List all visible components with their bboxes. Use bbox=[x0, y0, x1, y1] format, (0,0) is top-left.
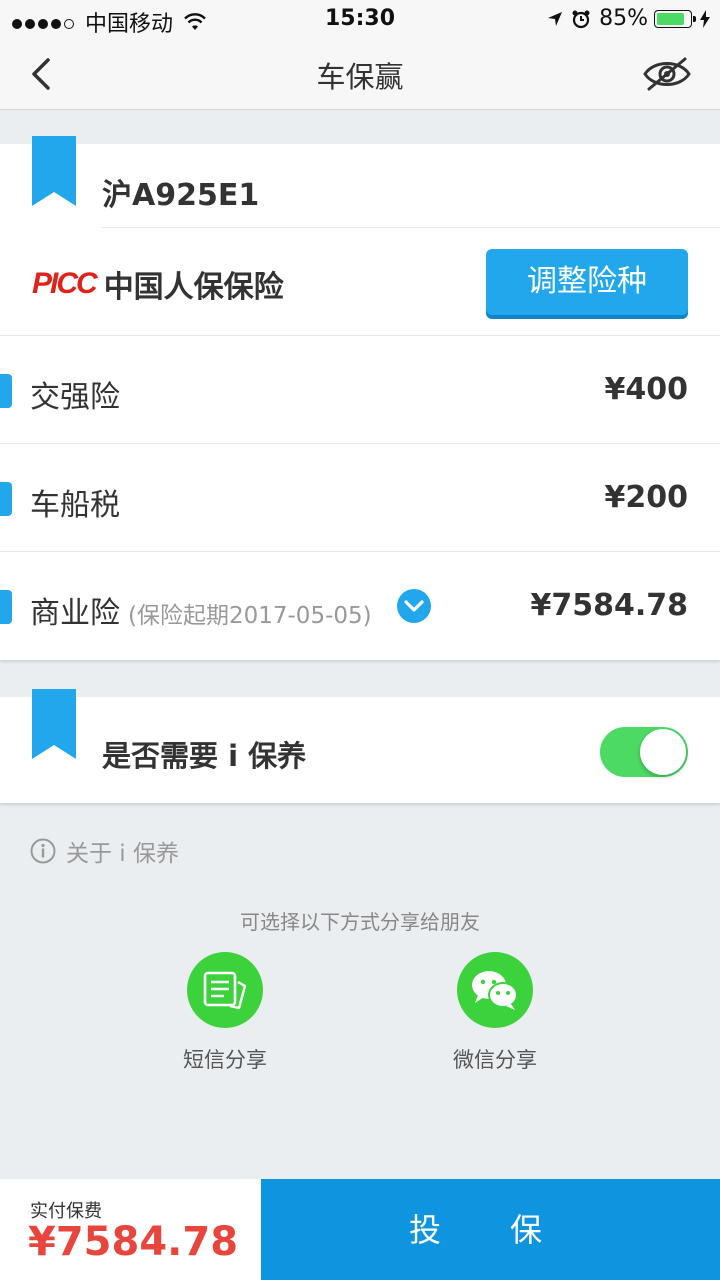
page-title: 车保赢 bbox=[316, 60, 404, 94]
maintenance-title: 是否需要 i 保养 bbox=[102, 739, 307, 773]
info-icon bbox=[30, 838, 56, 864]
about-link[interactable]: 关于 i 保养 bbox=[30, 834, 179, 868]
item-name: 车船税 bbox=[30, 488, 120, 523]
item-name: 商业险 bbox=[30, 596, 120, 631]
maintenance-toggle[interactable] bbox=[600, 727, 688, 777]
item-marker bbox=[0, 374, 12, 408]
location-arrow-icon bbox=[548, 11, 563, 26]
expand-chevron-icon[interactable] bbox=[396, 588, 432, 624]
insurer: PICC 中国人保保险 bbox=[32, 262, 284, 306]
battery-percent: 85% bbox=[599, 6, 648, 31]
battery-icon bbox=[654, 9, 696, 28]
status-bar: 中国移动 15:30 85% bbox=[0, 0, 720, 38]
item-name: 交强险 bbox=[30, 380, 120, 415]
item-price: ¥200 bbox=[604, 480, 689, 515]
item-marker bbox=[0, 590, 12, 624]
bookmark-icon bbox=[32, 689, 76, 759]
sms-share-circle bbox=[187, 952, 263, 1028]
wechat-share-button[interactable]: 微信分享 bbox=[425, 952, 565, 1074]
wechat-share-circle bbox=[457, 952, 533, 1028]
message-icon bbox=[203, 971, 247, 1010]
battery-fill bbox=[657, 12, 685, 25]
insurance-item-row: 车船税 ¥200 bbox=[0, 444, 720, 552]
paid-premium-panel: 实付保费 ¥7584.78 bbox=[0, 1179, 261, 1280]
adjust-coverage-button[interactable]: 调整险种 bbox=[486, 249, 688, 315]
insurance-item-row[interactable]: 商业险 (保险起期2017-05-05) ¥7584.78 bbox=[0, 552, 720, 660]
sms-share-button[interactable]: 短信分享 bbox=[155, 952, 295, 1074]
item-marker bbox=[0, 482, 12, 516]
sms-share-label: 短信分享 bbox=[183, 1048, 267, 1072]
item-price: ¥7584.78 bbox=[530, 588, 688, 623]
status-right: 85% bbox=[547, 6, 710, 31]
toggle-knob bbox=[640, 729, 686, 775]
alarm-clock-icon bbox=[572, 10, 590, 28]
license-plate: 沪A925E1 bbox=[102, 178, 260, 213]
eye-hidden-icon[interactable] bbox=[642, 56, 692, 92]
maintenance-card: 是否需要 i 保养 bbox=[0, 689, 720, 803]
item-label: 车船税 bbox=[30, 480, 120, 524]
bookmark-icon bbox=[32, 136, 76, 206]
bottom-bar: 实付保费 ¥7584.78 投 保 bbox=[0, 1179, 720, 1280]
item-label: 交强险 bbox=[30, 372, 120, 416]
item-price: ¥400 bbox=[604, 372, 689, 407]
insurance-item-row: 交强险 ¥400 bbox=[0, 336, 720, 444]
charging-bolt-icon bbox=[700, 9, 710, 28]
item-start-date: (保险起期2017-05-05) bbox=[128, 603, 372, 629]
divider bbox=[102, 227, 720, 228]
item-label: 商业险 (保险起期2017-05-05) bbox=[30, 588, 372, 632]
nav-bar: 车保赢 bbox=[0, 38, 720, 110]
picc-logo: PICC bbox=[32, 267, 98, 300]
paid-premium-amount: ¥7584.78 bbox=[28, 1219, 239, 1265]
insurer-name: 中国人保保险 bbox=[103, 270, 284, 305]
wechat-share-label: 微信分享 bbox=[453, 1048, 537, 1072]
about-label: 关于 i 保养 bbox=[66, 841, 180, 867]
wechat-icon bbox=[472, 971, 518, 1010]
share-title: 可选择以下方式分享给朋友 bbox=[240, 910, 480, 934]
vehicle-card: 沪A925E1 PICC 中国人保保险 调整险种 交强险 ¥400 车船税 ¥2… bbox=[0, 136, 720, 660]
purchase-button[interactable]: 投 保 bbox=[261, 1179, 720, 1280]
